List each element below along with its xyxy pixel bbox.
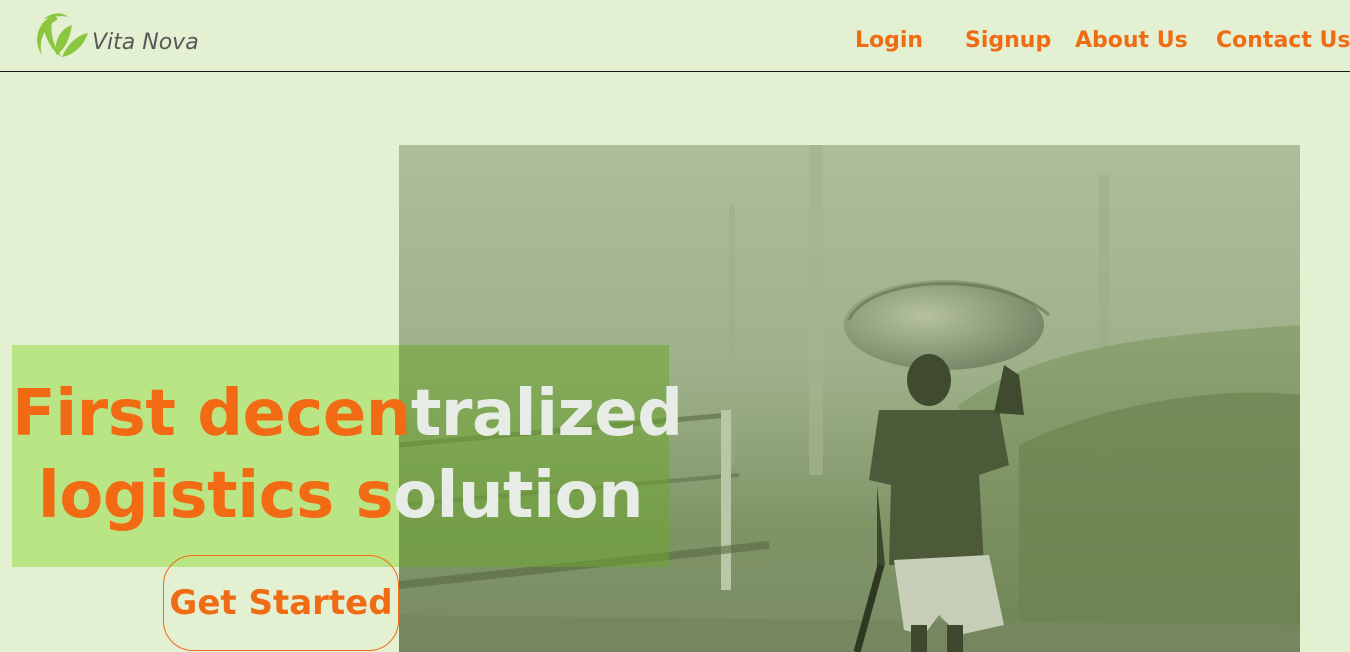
brand-logo[interactable]: Vita Nova [32, 10, 199, 62]
nav-about-link[interactable]: About Us [1075, 28, 1188, 53]
nav-contact-link[interactable]: Contact Us [1216, 28, 1350, 53]
headline-line-1: First decentralized [12, 373, 683, 455]
headline-line-2-light: olution [393, 459, 644, 533]
hero-headline: First decentralized logistics solution [12, 373, 683, 537]
headline-line-2: logistics solution [12, 455, 669, 537]
hero-headline-box: First decentralized logistics solution [12, 345, 683, 567]
brand-name: Vita Nova [92, 30, 199, 55]
landing-page: Vita Nova Login Signup About Us Contact … [0, 0, 1350, 652]
headline-line-2-orange: logistics s [37, 459, 394, 533]
leaf-icon [37, 13, 88, 57]
get-started-button[interactable]: Get Started [163, 555, 399, 651]
nav-signup-link[interactable]: Signup [965, 28, 1051, 53]
navbar: Vita Nova Login Signup About Us Contact … [0, 0, 1350, 72]
headline-line-1-light: tralized [410, 377, 683, 451]
nav-login-link[interactable]: Login [855, 28, 923, 53]
headline-line-1-orange: First decen [12, 377, 411, 451]
